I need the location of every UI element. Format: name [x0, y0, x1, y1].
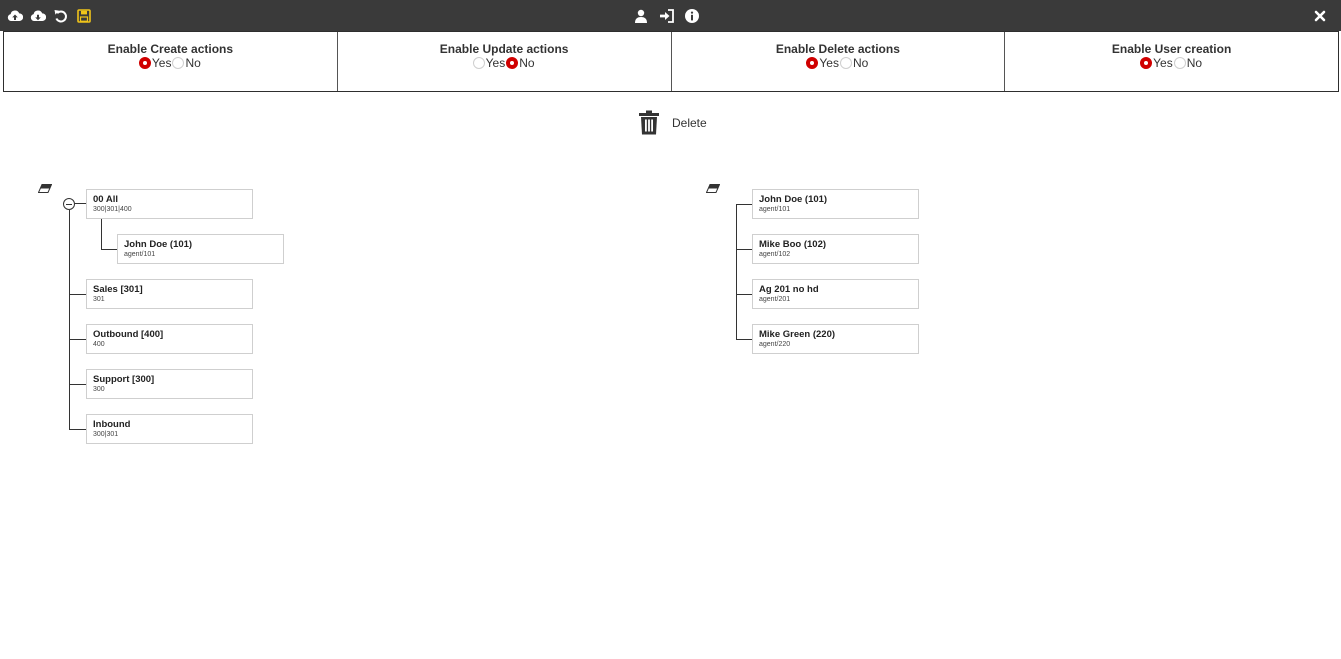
- node-subtitle: 300|301|400: [93, 206, 132, 213]
- tree-node-support[interactable]: Support [300] 300: [86, 369, 253, 399]
- delete-label: Delete: [672, 115, 707, 130]
- connector-line: [736, 204, 737, 339]
- eraser-icon[interactable]: [706, 184, 720, 193]
- node-title: John Doe (101): [759, 194, 828, 205]
- settings-options-bar: Enable Create actions Yes No Enable Upda…: [3, 31, 1339, 92]
- radio-no-label: No: [185, 56, 201, 70]
- option-title: Enable User creation: [1111, 42, 1232, 56]
- node-subtitle: agent/102: [759, 251, 791, 258]
- collapse-toggle[interactable]: [63, 198, 75, 210]
- update-no-radio[interactable]: [506, 57, 519, 69]
- radio-yes-label: Yes: [1153, 56, 1173, 70]
- create-no-radio[interactable]: [172, 57, 185, 69]
- sign-in-icon[interactable]: [659, 8, 675, 24]
- user-creation-yes-radio[interactable]: [1140, 57, 1153, 69]
- node-title: Support [300]: [93, 374, 155, 385]
- node-title: Mike Green (220): [759, 329, 836, 340]
- radio-yes-label: Yes: [819, 56, 839, 70]
- node-title: Ag 201 no hd: [759, 284, 819, 295]
- node-title: John Doe (101): [124, 239, 193, 250]
- tree-node-inbound[interactable]: Inbound 300|301: [86, 414, 253, 444]
- delete-button[interactable]: Delete: [638, 110, 707, 135]
- agent-node-mike-boo[interactable]: Mike Boo (102) agent/102: [752, 234, 919, 264]
- connector-line: [69, 210, 70, 429]
- node-subtitle: 300: [93, 386, 105, 393]
- option-delete-actions: Enable Delete actions Yes No: [672, 32, 1006, 91]
- node-title: Outbound [400]: [93, 329, 164, 340]
- node-subtitle: 301: [93, 296, 105, 303]
- update-yes-radio[interactable]: [472, 57, 485, 69]
- node-subtitle: agent/101: [124, 251, 156, 258]
- tree-node-00-all[interactable]: 00 All 300|301|400: [86, 189, 253, 219]
- connector-line: [69, 384, 87, 385]
- connector-line: [736, 339, 753, 340]
- connector-line: [101, 219, 102, 249]
- connector-line: [69, 429, 87, 430]
- option-title: Enable Delete actions: [775, 42, 900, 56]
- node-subtitle: 400: [93, 341, 105, 348]
- agent-node-john-doe[interactable]: John Doe (101) agent/101: [752, 189, 919, 219]
- tree-node-john-doe[interactable]: John Doe (101) agent/101: [117, 234, 284, 264]
- option-title: Enable Create actions: [107, 42, 234, 56]
- radio-yes-label: Yes: [485, 56, 506, 70]
- node-subtitle: agent/220: [759, 341, 791, 348]
- node-subtitle: 300|301: [93, 431, 119, 438]
- tree-node-outbound[interactable]: Outbound [400] 400: [86, 324, 253, 354]
- cloud-download-icon[interactable]: [30, 8, 46, 24]
- radio-no-label: No: [852, 56, 869, 70]
- top-toolbar: [0, 0, 1341, 31]
- node-title: Sales [301]: [93, 284, 143, 295]
- connector-line: [736, 294, 753, 295]
- delete-yes-radio[interactable]: [806, 57, 819, 69]
- save-icon[interactable]: [76, 8, 92, 24]
- agent-node-ag-201[interactable]: Ag 201 no hd agent/201: [752, 279, 919, 309]
- connector-line: [736, 249, 753, 250]
- connector-line: [101, 249, 118, 250]
- delete-no-radio[interactable]: [839, 57, 852, 69]
- close-icon[interactable]: [1312, 8, 1328, 24]
- option-update-actions: Enable Update actions Yes No: [338, 32, 672, 91]
- user-creation-no-radio[interactable]: [1173, 57, 1186, 69]
- tree-node-sales[interactable]: Sales [301] 301: [86, 279, 253, 309]
- node-title: Mike Boo (102): [759, 239, 827, 250]
- option-create-actions: Enable Create actions Yes No: [4, 32, 338, 91]
- user-icon[interactable]: [633, 8, 649, 24]
- eraser-icon[interactable]: [38, 184, 52, 193]
- node-subtitle: agent/101: [759, 206, 791, 213]
- radio-no-label: No: [519, 56, 535, 70]
- node-title: 00 All: [93, 194, 118, 205]
- cloud-upload-icon[interactable]: [7, 8, 23, 24]
- option-title: Enable Update actions: [439, 42, 569, 56]
- connector-line: [69, 294, 87, 295]
- option-user-creation: Enable User creation Yes No: [1005, 32, 1338, 91]
- connector-line: [736, 204, 753, 205]
- agent-node-mike-green[interactable]: Mike Green (220) agent/220: [752, 324, 919, 354]
- connector-line: [69, 339, 87, 340]
- node-title: Inbound: [93, 419, 131, 430]
- node-subtitle: agent/201: [759, 296, 791, 303]
- radio-yes-label: Yes: [151, 56, 172, 70]
- create-yes-radio[interactable]: [138, 57, 151, 69]
- trash-icon: [638, 110, 660, 135]
- radio-no-label: No: [1186, 56, 1203, 70]
- undo-icon[interactable]: [53, 8, 69, 24]
- info-icon[interactable]: [684, 8, 700, 24]
